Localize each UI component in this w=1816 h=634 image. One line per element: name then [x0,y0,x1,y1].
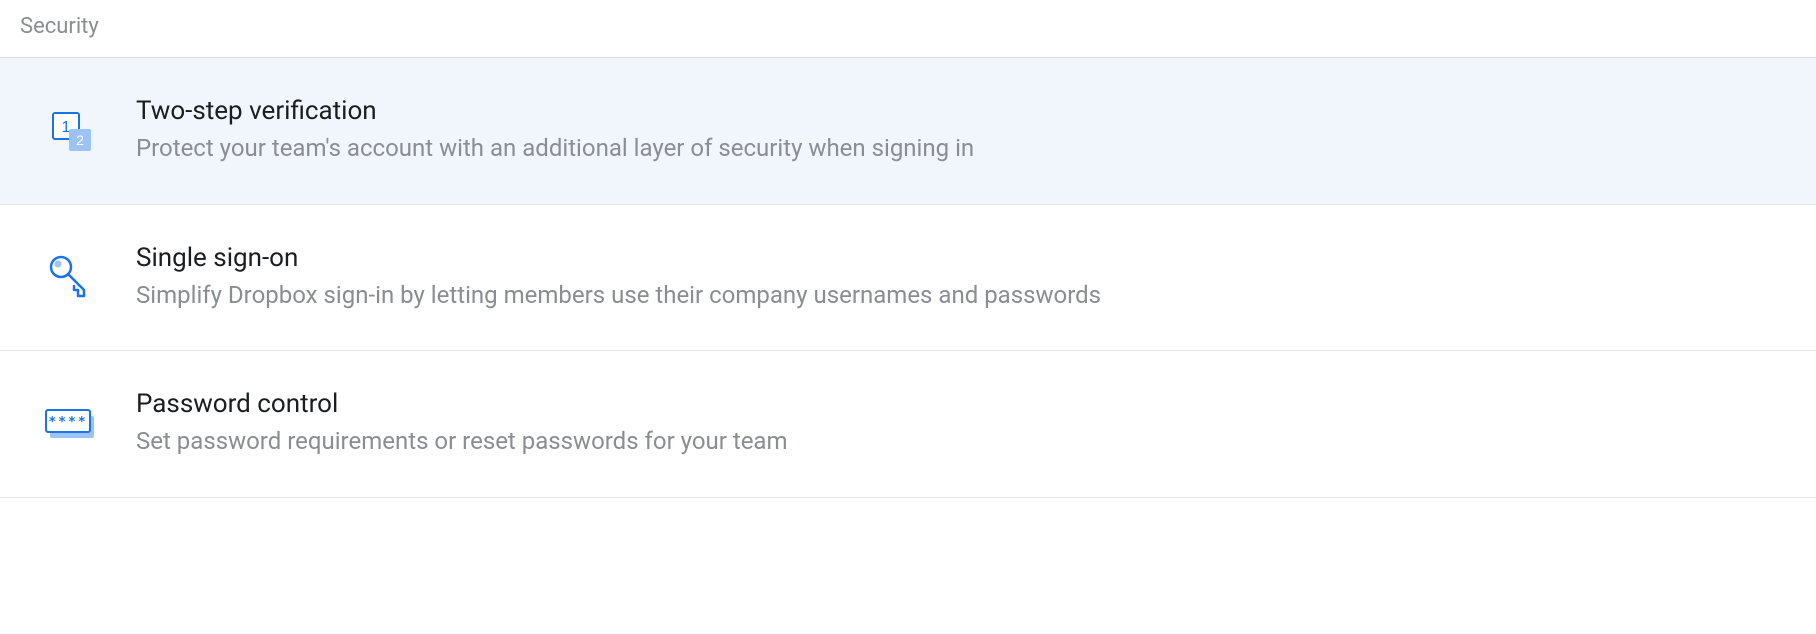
security-item-password-control[interactable]: **** Password control Set password requi… [0,351,1816,498]
item-description: Set password requirements or reset passw… [136,425,788,459]
security-item-two-step-verification[interactable]: 1 2 Two-step verification Protect your t… [0,58,1816,205]
svg-text:2: 2 [76,132,84,148]
two-step-verification-icon: 1 2 [40,100,102,162]
item-description: Protect your team's account with an addi… [136,132,974,166]
svg-text:****: **** [48,415,87,430]
item-title: Two-step verification [136,96,974,126]
section-header: Security [0,0,1816,58]
password-icon: **** [40,393,102,455]
key-icon [40,246,102,308]
item-title: Password control [136,389,788,419]
item-description: Simplify Dropbox sign-in by letting memb… [136,279,1101,313]
item-title: Single sign-on [136,243,1101,273]
security-item-single-sign-on[interactable]: Single sign-on Simplify Dropbox sign-in … [0,205,1816,352]
